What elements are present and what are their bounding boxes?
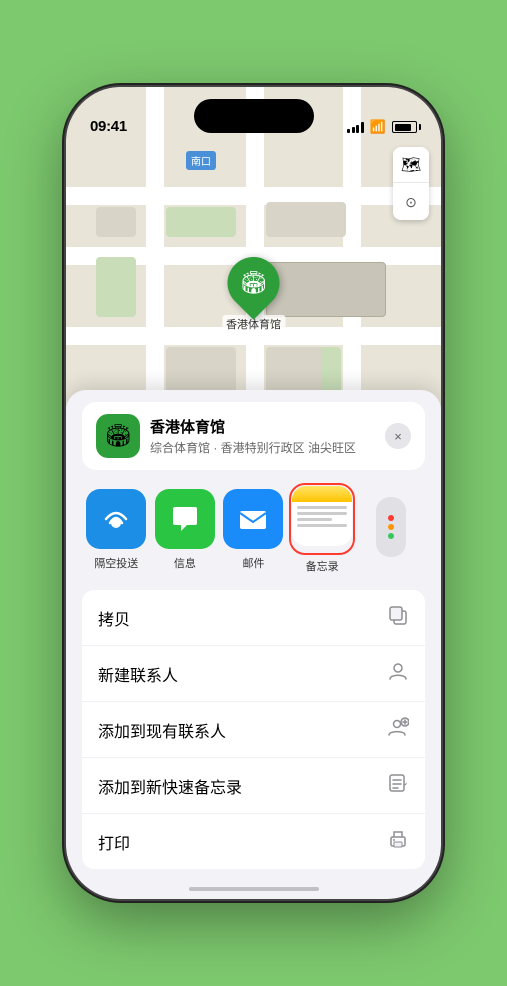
app-item-more[interactable] (356, 497, 425, 563)
action-copy[interactable]: 拷贝 (82, 590, 425, 646)
more-icon (376, 497, 406, 557)
action-add-note[interactable]: 添加到新快速备忘录 (82, 758, 425, 814)
location-arrow-icon: ⊙ (405, 194, 417, 211)
signal-bars-icon (347, 122, 364, 133)
messages-label: 信息 (174, 555, 196, 571)
wifi-icon: 📶 (370, 119, 386, 135)
print-icon (387, 828, 409, 855)
action-new-contact-label: 新建联系人 (98, 662, 178, 686)
airdrop-svg (98, 501, 134, 537)
action-print[interactable]: 打印 (82, 814, 425, 869)
map-type-button[interactable]: 🗺 (393, 147, 429, 183)
action-print-label: 打印 (98, 830, 130, 854)
home-indicator (189, 887, 319, 891)
copy-icon (387, 604, 409, 631)
map-label: 南口 (186, 151, 216, 170)
battery-icon (392, 121, 417, 133)
stadium-pin: 🏟 香港体育馆 (222, 257, 285, 333)
person-icon (387, 660, 409, 687)
note-icon (387, 772, 409, 799)
messages-icon (155, 489, 215, 549)
mail-label: 邮件 (242, 555, 264, 571)
more-dots (388, 515, 394, 539)
bottom-sheet: 🏟 香港体育馆 综合体育馆 · 香港特别行政区 油尖旺区 × (66, 390, 441, 899)
action-list: 拷贝 新建联系人 添加到现有联系人 (82, 590, 425, 869)
status-time: 09:41 (90, 118, 127, 135)
stadium-icon: 🏟 (240, 270, 268, 296)
action-copy-label: 拷贝 (98, 606, 130, 630)
app-item-airdrop[interactable]: 隔空投送 (82, 489, 151, 571)
action-add-note-label: 添加到新快速备忘录 (98, 774, 242, 798)
action-new-contact[interactable]: 新建联系人 (82, 646, 425, 702)
action-add-existing-contact[interactable]: 添加到现有联系人 (82, 702, 425, 758)
close-button[interactable]: × (385, 423, 411, 449)
map-label-text: 南口 (191, 157, 211, 168)
location-name: 香港体育馆 (150, 416, 385, 437)
mail-icon (223, 489, 283, 549)
dynamic-island (194, 99, 314, 133)
location-info: 香港体育馆 综合体育馆 · 香港特别行政区 油尖旺区 (150, 416, 385, 456)
pin-circle: 🏟 (217, 246, 291, 320)
map-icon: 🗺 (401, 155, 421, 175)
close-icon: × (394, 429, 402, 444)
action-add-existing-label: 添加到现有联系人 (98, 718, 226, 742)
app-item-mail[interactable]: 邮件 (219, 489, 288, 571)
notes-label: 备忘录 (306, 558, 339, 574)
person-add-icon (387, 716, 409, 743)
location-venue-icon: 🏟 (96, 414, 140, 458)
location-card: 🏟 香港体育馆 综合体育馆 · 香港特别行政区 油尖旺区 × (82, 402, 425, 470)
phone-screen: 09:41 📶 (66, 87, 441, 899)
airdrop-icon (86, 489, 146, 549)
map-controls: 🗺 ⊙ (393, 147, 429, 220)
app-item-notes[interactable]: 备忘录 (288, 486, 357, 574)
location-button[interactable]: ⊙ (393, 184, 429, 220)
mail-svg (235, 501, 271, 537)
phone-frame: 09:41 📶 (66, 87, 441, 899)
share-apps-row: 隔空投送 信息 (66, 470, 441, 582)
messages-svg (167, 501, 203, 537)
app-item-messages[interactable]: 信息 (151, 489, 220, 571)
location-subtitle: 综合体育馆 · 香港特别行政区 油尖旺区 (150, 439, 385, 456)
airdrop-label: 隔空投送 (94, 555, 138, 571)
status-icons: 📶 (347, 119, 417, 135)
